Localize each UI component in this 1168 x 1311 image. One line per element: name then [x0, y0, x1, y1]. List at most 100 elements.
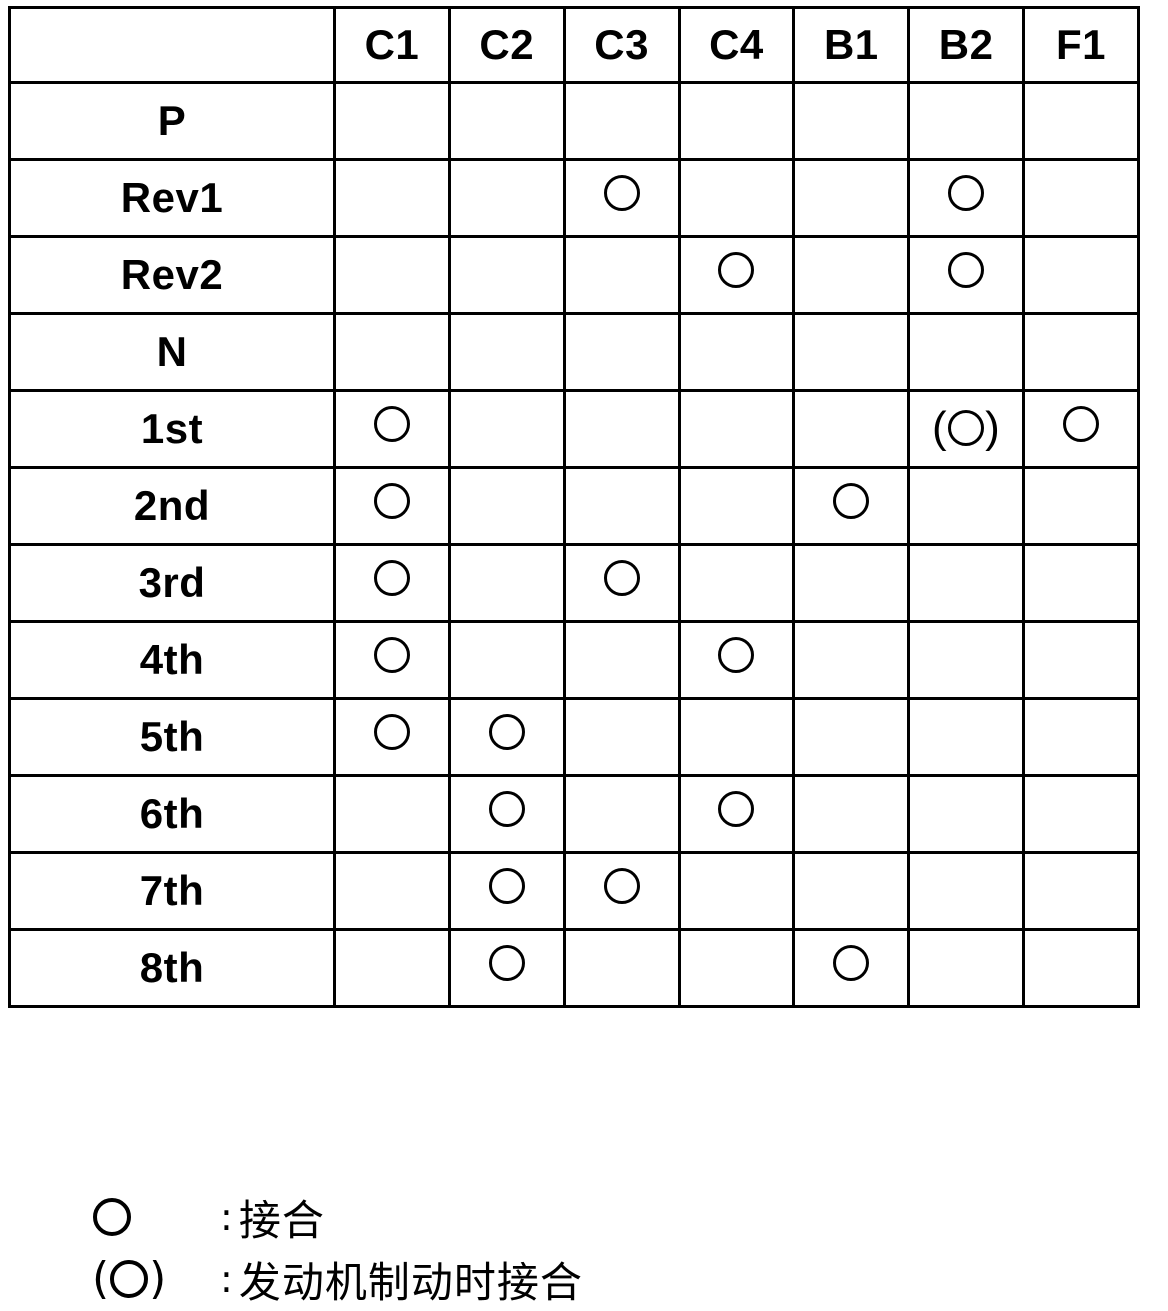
cell-7th-f1 — [1022, 851, 1140, 931]
cell-1st-b2: () — [907, 389, 1026, 469]
row-label-2nd: 2nd — [8, 466, 336, 546]
cell-3rd-b1 — [792, 543, 911, 623]
cell-8th-b2 — [907, 928, 1026, 1008]
engage-circle-mark — [603, 560, 641, 596]
column-header-c4: C4 — [677, 6, 796, 84]
cell-5th-b1 — [792, 697, 911, 777]
cell-1st-c4 — [677, 389, 796, 469]
legend-text: 发动机制动时接合 — [238, 1257, 583, 1307]
cell-rev2-c4 — [677, 235, 796, 315]
cell-n-c1 — [333, 312, 451, 392]
engage-circle-mark — [373, 637, 411, 673]
engage-circle-mark — [947, 252, 985, 288]
row-label-5th: 5th — [8, 697, 336, 777]
cell-7th-c1 — [333, 851, 451, 931]
cell-8th-b1 — [792, 928, 911, 1008]
cell-6th-c2 — [447, 774, 566, 854]
circle-icon — [373, 483, 410, 519]
cell-8th-c4 — [677, 928, 796, 1008]
engage-circle-mark — [603, 175, 641, 211]
cell-3rd-c2 — [447, 543, 566, 623]
circle-icon — [948, 175, 985, 211]
legend-mark: () — [92, 1257, 220, 1301]
paren-right: ) — [985, 403, 1001, 452]
cell-rev1-b2 — [907, 158, 1026, 238]
column-header-b2: B2 — [907, 6, 1026, 84]
legend-item: : 接合 — [92, 1186, 1092, 1248]
cell-n-c4 — [677, 312, 796, 392]
column-header-b1: B1 — [792, 6, 911, 84]
row-label-4th: 4th — [8, 620, 336, 700]
cell-6th-c4 — [677, 774, 796, 854]
legend: : 接合(): 发动机制动时接合 — [92, 1186, 1092, 1310]
row-label-n: N — [8, 312, 336, 392]
table-row: 2nd — [8, 466, 1140, 546]
cell-rev2-c1 — [333, 235, 451, 315]
engine-brake-circle-mark: () — [92, 1257, 166, 1301]
circle-icon — [718, 791, 755, 827]
table-row: 8th — [8, 928, 1140, 1008]
cell-1st-c2 — [447, 389, 566, 469]
engage-circle-mark — [717, 252, 755, 288]
cell-6th-c3 — [562, 774, 681, 854]
cell-5th-c3 — [562, 697, 681, 777]
cell-7th-b2 — [907, 851, 1026, 931]
column-header-c2: C2 — [447, 6, 566, 84]
circle-icon — [948, 252, 985, 288]
cell-7th-c4 — [677, 851, 796, 931]
cell-rev1-c2 — [447, 158, 566, 238]
cell-rev1-c3 — [562, 158, 681, 238]
table-row: P — [8, 81, 1140, 161]
row-label-rev1: Rev1 — [8, 158, 336, 238]
cell-4th-c2 — [447, 620, 566, 700]
row-label-rev2: Rev2 — [8, 235, 336, 315]
cell-n-c3 — [562, 312, 681, 392]
cell-4th-c3 — [562, 620, 681, 700]
table-row: Rev1 — [8, 158, 1140, 238]
cell-3rd-c4 — [677, 543, 796, 623]
cell-p-c4 — [677, 81, 796, 161]
cell-n-b1 — [792, 312, 911, 392]
cell-6th-b1 — [792, 774, 911, 854]
cell-p-c2 — [447, 81, 566, 161]
column-header-f1: F1 — [1022, 6, 1140, 84]
circle-icon — [93, 1198, 131, 1236]
circle-icon — [833, 945, 870, 981]
row-label-8th: 8th — [8, 928, 336, 1008]
circle-icon — [488, 714, 525, 750]
engage-circle-mark — [488, 714, 526, 750]
cell-4th-b2 — [907, 620, 1026, 700]
engage-circle-mark — [717, 791, 755, 827]
cell-1st-b1 — [792, 389, 911, 469]
cell-1st-c3 — [562, 389, 681, 469]
circle-icon — [488, 791, 525, 827]
cell-rev2-c3 — [562, 235, 681, 315]
cell-rev1-c4 — [677, 158, 796, 238]
engage-circle-mark — [488, 868, 526, 904]
cell-p-f1 — [1022, 81, 1140, 161]
circle-icon — [603, 868, 640, 904]
circle-icon — [373, 560, 410, 596]
table-row: 7th — [8, 851, 1140, 931]
circle-icon — [718, 252, 755, 288]
cell-n-f1 — [1022, 312, 1140, 392]
row-label-3rd: 3rd — [8, 543, 336, 623]
engage-circle-mark — [373, 714, 411, 750]
circle-icon — [373, 637, 410, 673]
legend-item: (): 发动机制动时接合 — [92, 1248, 1092, 1310]
column-header-c1: C1 — [333, 6, 451, 84]
cell-rev1-f1 — [1022, 158, 1140, 238]
engage-circle-mark — [373, 406, 411, 442]
cell-2nd-c3 — [562, 466, 681, 546]
cell-2nd-c4 — [677, 466, 796, 546]
circle-icon — [373, 714, 410, 750]
row-label-p: P — [8, 81, 336, 161]
cell-1st-c1 — [333, 389, 451, 469]
cell-5th-c1 — [333, 697, 451, 777]
circle-icon — [1063, 406, 1100, 442]
cell-7th-c2 — [447, 851, 566, 931]
table-corner-cell — [8, 6, 336, 84]
table-row: 5th — [8, 697, 1140, 777]
engage-circle-mark — [717, 637, 755, 673]
circle-icon — [488, 945, 525, 981]
